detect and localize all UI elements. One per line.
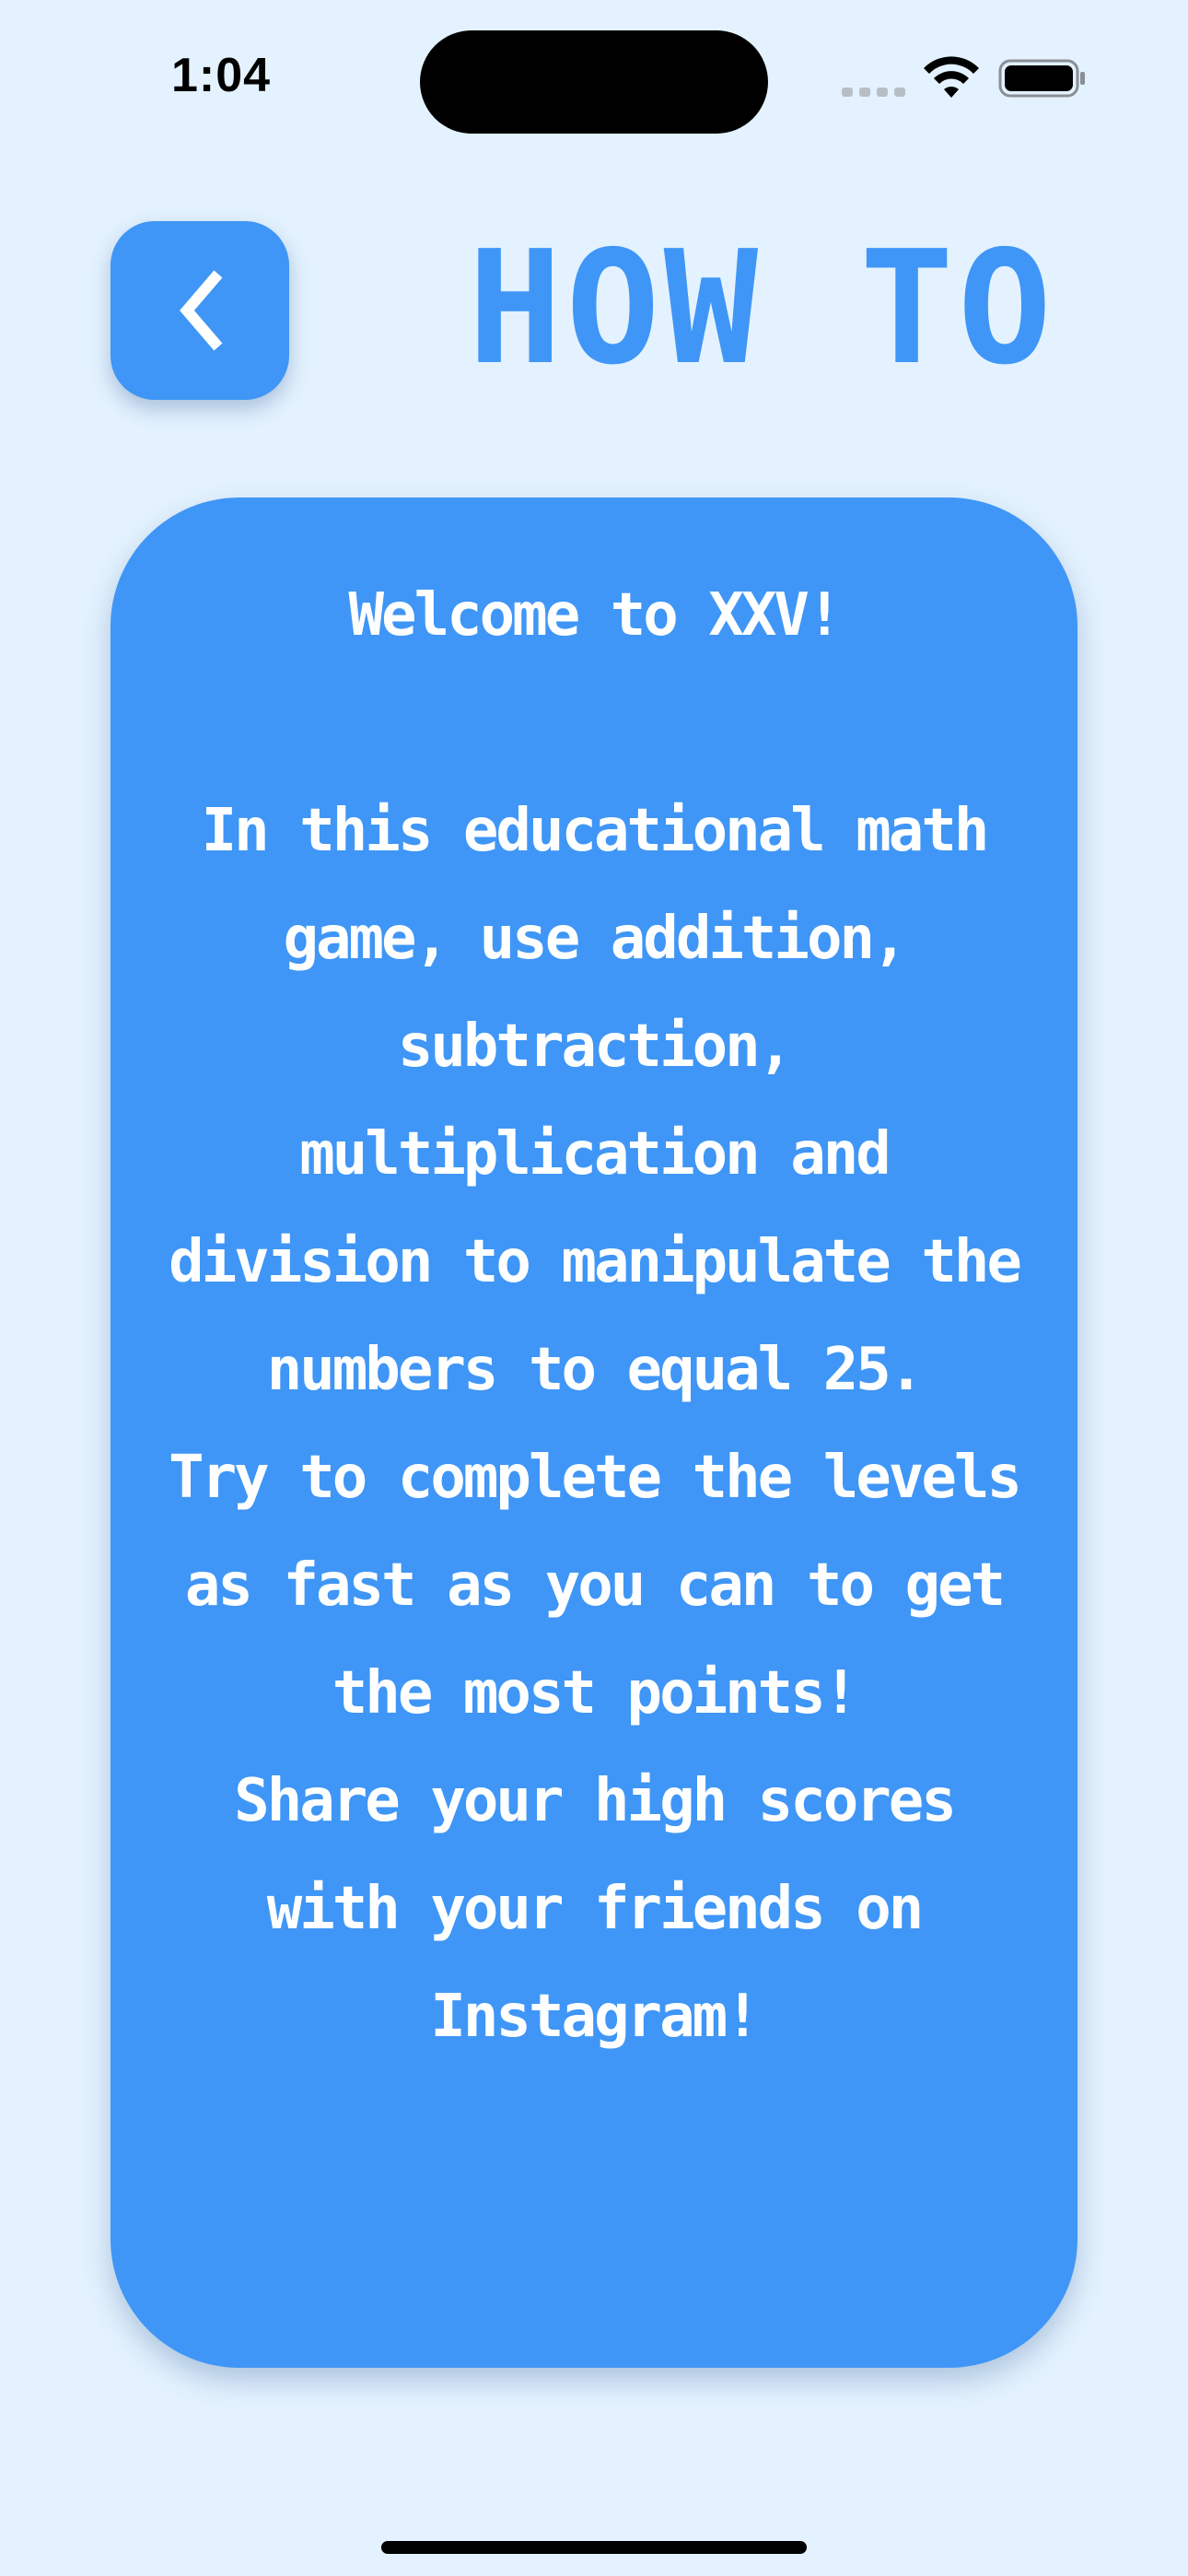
status-time: 1:04 [171, 49, 272, 102]
wifi-icon [924, 56, 979, 98]
battery-icon [998, 59, 1085, 98]
instructions-text: Welcome to XXV! In this educational math… [169, 581, 1022, 2051]
chevron-left-icon [180, 270, 223, 351]
dynamic-island [420, 30, 768, 134]
back-button[interactable] [111, 221, 289, 400]
cellular-signal-icon [842, 88, 905, 97]
page-title: HOW TO [468, 217, 1056, 400]
instructions-card: Welcome to XXV! In this educational math… [111, 498, 1077, 2368]
home-indicator[interactable] [381, 2541, 807, 2554]
